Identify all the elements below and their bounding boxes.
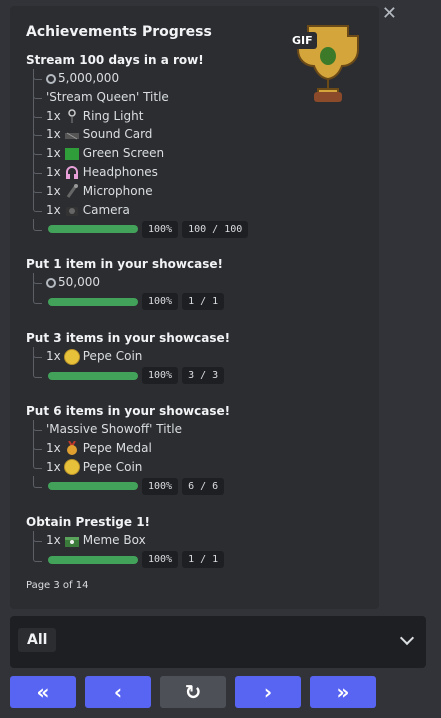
progress-row: 100% 100 / 100 <box>26 219 249 239</box>
achievements-card: Achievements Progress GIF Stream 100 day… <box>10 6 379 609</box>
section-title: Put 3 items in your showcase! <box>26 331 231 345</box>
progress-row: 100% 1 / 1 <box>26 549 225 570</box>
green-screen-icon <box>64 147 80 161</box>
pepe-coin-icon <box>63 459 80 476</box>
progress-percent: 100% <box>142 293 179 311</box>
card-title: Achievements Progress <box>26 24 212 40</box>
progress-bar <box>48 371 138 380</box>
reward-row: 1x Pepe Coin <box>26 457 230 477</box>
progress-bar <box>48 297 138 306</box>
prev-page-button[interactable]: ‹ <box>85 676 151 708</box>
achievement-section: Put 3 items in your showcase! 1x Pepe Coi… <box>26 330 230 386</box>
gif-badge: GIF <box>288 32 317 49</box>
ring-light-icon <box>64 109 80 124</box>
last-page-button[interactable]: » <box>310 676 376 708</box>
reward-row: 1x Microphone <box>26 181 248 201</box>
first-page-button[interactable]: « <box>10 676 76 708</box>
reward-row: 1x Green Screen <box>26 144 248 163</box>
progress-bar <box>48 482 138 491</box>
progress-percent: 100% <box>142 220 179 238</box>
camera-icon <box>64 203 80 217</box>
chevron-down-icon <box>399 630 415 646</box>
reward-row: 1x Pepe Medal <box>26 438 230 458</box>
progress-percent: 100% <box>142 551 179 569</box>
sound-card-icon <box>64 128 80 142</box>
reward-row: 1x Camera <box>26 200 248 220</box>
next-page-button[interactable]: › <box>235 676 301 708</box>
refresh-button[interactable]: ↻ <box>160 676 226 708</box>
progress-count: 3 / 3 <box>182 367 225 385</box>
progress-bar <box>48 555 138 564</box>
page-indicator: Page 3 of 14 <box>26 580 89 591</box>
reward-row: 1x Sound Card <box>26 125 248 145</box>
progress-row: 100% 6 / 6 <box>26 476 230 496</box>
progress-percent: 100% <box>142 477 179 495</box>
progress-count: 1 / 1 <box>182 293 225 311</box>
reward-row: 1x Headphones <box>26 162 248 182</box>
achievement-section: Stream 100 days in a row! 5,000,000 'Str… <box>26 52 249 239</box>
reward-row: 1x Pepe Coin <box>26 347 230 366</box>
coin-currency-icon <box>46 277 56 288</box>
achievement-section: Obtain Prestige 1! 1x Meme Box 100% 1 / 1 <box>26 514 225 570</box>
coin-currency-icon <box>46 73 56 84</box>
reward-row: 1x Ring Light <box>26 106 248 126</box>
progress-bar <box>48 225 138 234</box>
headphones-icon <box>64 165 80 180</box>
reward-row: 50,000 <box>26 273 224 292</box>
section-title: Obtain Prestige 1! <box>26 515 151 529</box>
achievement-section: Put 1 item in your showcase! 50,000 100%… <box>26 256 225 312</box>
microphone-icon <box>64 184 80 199</box>
progress-row: 100% 1 / 1 <box>26 291 225 312</box>
filter-selected-value: All <box>18 628 57 652</box>
reward-row: 5,000,000 <box>26 69 248 88</box>
meme-box-icon <box>64 534 80 548</box>
pepe-medal-icon <box>64 440 80 456</box>
reward-row: 'Massive Showoff' Title <box>26 420 230 439</box>
progress-count: 100 / 100 <box>182 220 249 238</box>
section-title: Stream 100 days in a row! <box>26 53 204 67</box>
reward-row: 'Stream Queen' Title <box>26 87 248 107</box>
progress-percent: 100% <box>142 367 179 385</box>
filter-select[interactable]: All <box>10 616 426 668</box>
close-icon[interactable]: ✕ <box>382 5 397 23</box>
section-title: Put 6 items in your showcase! <box>26 404 231 418</box>
progress-row: 100% 3 / 3 <box>26 365 230 386</box>
pepe-coin-icon <box>63 348 80 365</box>
progress-count: 6 / 6 <box>182 477 225 495</box>
progress-count: 1 / 1 <box>182 551 225 569</box>
reward-row: 1x Meme Box <box>26 531 224 550</box>
section-title: Put 1 item in your showcase! <box>26 257 223 271</box>
achievement-section: Put 6 items in your showcase! 'Massive S… <box>26 403 230 496</box>
